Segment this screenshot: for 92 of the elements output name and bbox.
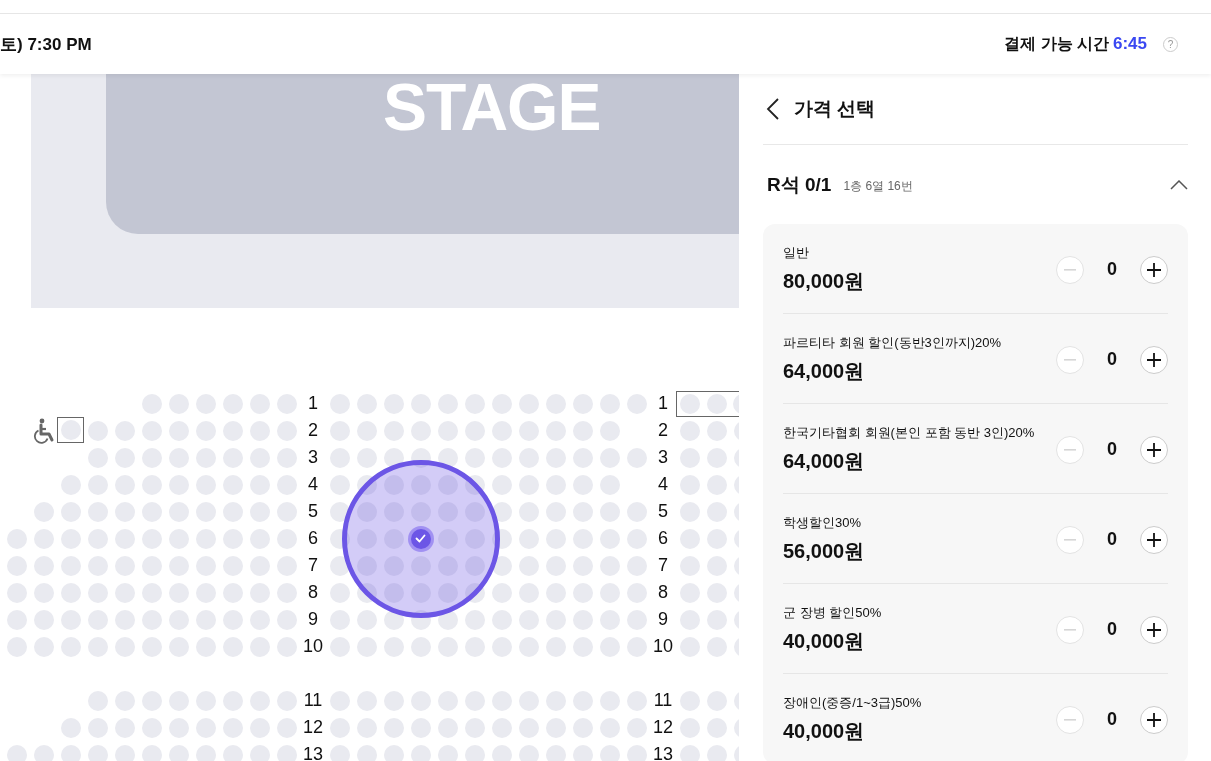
row-number: 3 [307,446,319,469]
row-number: 10 [652,635,674,658]
seat[interactable] [437,609,458,630]
row-number: 7 [307,554,319,577]
increase-button[interactable] [1140,705,1168,734]
seat-location: 1층 6열 16번 [843,177,913,195]
quantity: 0 [1106,439,1118,460]
row-number: 1 [657,392,669,415]
row-number: 13 [302,743,324,761]
row-number: 5 [657,500,669,523]
seat[interactable] [410,609,431,630]
plus-icon [1147,262,1161,277]
countdown-timer: 6:45 [1112,34,1147,54]
selected-seat[interactable] [410,528,431,549]
quantity: 0 [1106,259,1118,280]
seat[interactable] [491,555,512,576]
row-number: 1 [307,392,319,415]
plus-icon [1147,622,1161,637]
row-number: 4 [307,473,319,496]
discount-name: 장애인(중증/1~3급)50% [783,694,922,712]
discount-name: 파르티타 회원 할인(동반3인까지)20% [783,334,1002,352]
row-number: 12 [302,716,324,739]
price: 64,000원 [783,359,866,384]
plus-icon [1147,352,1161,367]
quantity: 0 [1106,619,1118,640]
help-button[interactable]: ? [1163,36,1178,52]
payment-time-label: 결제 가능 시간 [1004,33,1109,54]
row-number: 7 [657,554,669,577]
increase-button[interactable] [1140,255,1168,284]
price: 80,000원 [783,269,865,294]
minus-icon [1064,718,1076,721]
minus-icon [1064,538,1076,541]
wheelchair-seat[interactable] [706,393,727,414]
row-number: 3 [657,446,669,469]
seat[interactable] [410,447,431,468]
price: 64,000원 [783,449,866,474]
back-icon[interactable] [766,98,780,120]
row-number: 13 [652,743,674,761]
seat[interactable] [329,528,350,549]
seat[interactable] [464,474,485,495]
seat-grade: R석 0/1 [767,172,832,197]
stage-label: STAGE [383,74,601,140]
row-number: 9 [657,608,669,631]
price: 56,000원 [783,539,865,564]
price: 40,000원 [783,719,866,744]
row-number: 2 [307,419,319,442]
row-number: 12 [652,716,674,739]
row-number: 2 [657,419,669,442]
seat[interactable] [383,609,404,630]
increase-button[interactable] [1140,615,1168,644]
discount-name: 일반 [783,244,810,262]
check-icon [415,534,426,543]
performance-time: 토) 7:30 PM [0,33,92,56]
chevron-up-icon[interactable] [1170,179,1188,190]
row-number: 4 [657,473,669,496]
plus-icon [1147,712,1161,727]
row-number: 10 [302,635,324,658]
plus-icon [1147,442,1161,457]
price: 40,000원 [783,629,866,654]
row-number: 6 [307,527,319,550]
minus-icon [1064,628,1076,631]
seat[interactable] [329,501,350,522]
discount-name: 군 장병 할인50% [783,604,882,622]
row-number: 8 [307,581,319,604]
row-number: 6 [657,527,669,550]
plus-icon [1147,532,1161,547]
seat[interactable] [491,501,512,522]
increase-button[interactable] [1140,345,1168,374]
seat[interactable] [437,447,458,468]
seat[interactable] [464,582,485,603]
quantity: 0 [1106,349,1118,370]
row-number: 11 [302,689,324,712]
increase-button[interactable] [1140,435,1168,464]
row-number: 8 [657,581,669,604]
row-number: 9 [307,608,319,631]
wheelchair-seat[interactable] [680,393,700,414]
panel-title: 가격 선택 [794,97,876,121]
row-number: 11 [652,689,674,712]
quantity: 0 [1106,709,1118,730]
seat[interactable] [356,582,377,603]
increase-button[interactable] [1140,525,1168,554]
row-number: 5 [307,500,319,523]
seat[interactable] [491,528,512,549]
seat[interactable] [329,555,350,576]
minus-icon [1064,268,1076,271]
seat[interactable] [383,447,404,468]
quantity: 0 [1106,529,1118,550]
minus-icon [1064,358,1076,361]
discount-name: 학생할인30% [783,514,863,532]
seat[interactable] [356,474,377,495]
discount-name: 한국기타협회 회원(본인 포함 동반 3인)20% [783,424,1035,442]
minus-icon [1064,448,1076,451]
